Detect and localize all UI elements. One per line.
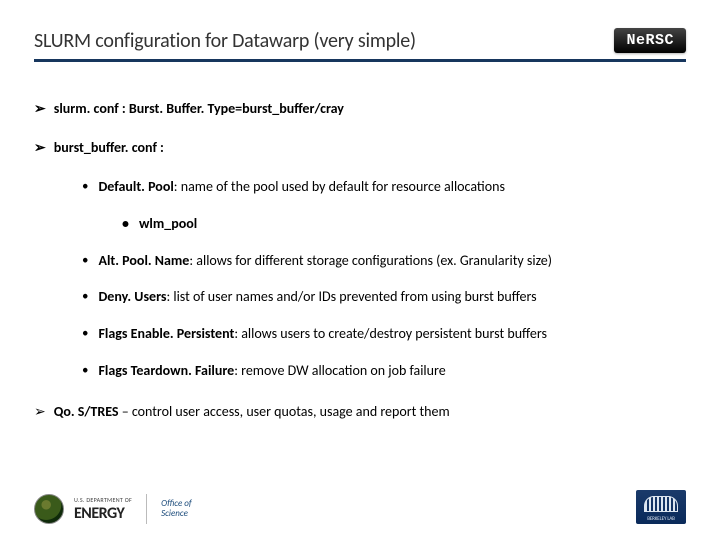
building-icon xyxy=(644,496,678,512)
dot-icon: • xyxy=(122,215,129,234)
footer: U.S. DEPARTMENT OF ENERGY Office of Scie… xyxy=(34,490,686,524)
sub-sub-text: wlm_pool xyxy=(139,215,197,234)
sub-text: Deny. Users: list of user names and/or I… xyxy=(98,288,536,307)
bullet-text: Qo. S/TRES – control user access, user q… xyxy=(54,403,450,422)
dot-icon: • xyxy=(82,362,88,381)
title-row: SLURM configuration for Datawarp (very s… xyxy=(34,28,686,53)
berkeley-lab-logo: BERKELEY LAB xyxy=(636,490,686,524)
page-title: SLURM configuration for Datawarp (very s… xyxy=(34,29,416,53)
dot-icon: • xyxy=(82,325,88,344)
sub-alt-pool-name: • Alt. Pool. Name: allows for different … xyxy=(82,252,686,271)
arrow-icon: ➢ xyxy=(34,139,46,158)
sub-deny-users: • Deny. Users: list of user names and/or… xyxy=(82,288,686,307)
dept-label: U.S. DEPARTMENT OF xyxy=(74,496,132,504)
sub-text: Default. Pool: name of the pool used by … xyxy=(98,178,504,197)
sub-text: Alt. Pool. Name: allows for different st… xyxy=(98,252,552,271)
doe-seal-icon xyxy=(34,494,64,524)
title-underline xyxy=(34,59,686,62)
content-body: ➢ slurm. conf : Burst. Buffer. Type=burs… xyxy=(34,100,686,422)
divider xyxy=(146,494,147,524)
bullet-text: burst_buffer. conf : xyxy=(54,139,164,158)
dot-icon: • xyxy=(82,178,88,197)
sub-flags-teardown-failure: • Flags Teardown. Failure: remove DW all… xyxy=(82,362,686,381)
office-science-label: Office of Science xyxy=(161,499,192,519)
bullet-slurm-conf: ➢ slurm. conf : Burst. Buffer. Type=burs… xyxy=(34,100,686,119)
sub-text: Flags Enable. Persistent: allows users t… xyxy=(98,325,546,344)
bullet-qos-tres: ➢ Qo. S/TRES – control user access, user… xyxy=(34,403,686,422)
sub-default-pool: • Default. Pool: name of the pool used b… xyxy=(82,178,686,197)
arrow-icon: ➢ xyxy=(34,403,46,422)
bullet-text: slurm. conf : Burst. Buffer. Type=burst_… xyxy=(54,100,344,119)
sub-bullet-list: • Default. Pool: name of the pool used b… xyxy=(82,178,686,381)
dot-icon: • xyxy=(82,252,88,271)
arrow-icon: ➢ xyxy=(34,100,46,119)
nersc-logo-badge: NeRSC xyxy=(614,28,686,53)
footer-left: U.S. DEPARTMENT OF ENERGY Office of Scie… xyxy=(34,494,192,524)
sub-sub-wlm-pool: • wlm_pool xyxy=(122,215,686,234)
sub-flags-enable-persistent: • Flags Enable. Persistent: allows users… xyxy=(82,325,686,344)
dept-name: ENERGY xyxy=(74,504,132,523)
sub-text: Flags Teardown. Failure: remove DW alloc… xyxy=(98,362,445,381)
dot-icon: • xyxy=(82,288,88,307)
energy-logo: U.S. DEPARTMENT OF ENERGY xyxy=(74,496,132,523)
lab-name: BERKELEY LAB xyxy=(647,516,675,522)
bullet-burst-buffer-conf: ➢ burst_buffer. conf : xyxy=(34,139,686,158)
slide: SLURM configuration for Datawarp (very s… xyxy=(0,0,720,540)
